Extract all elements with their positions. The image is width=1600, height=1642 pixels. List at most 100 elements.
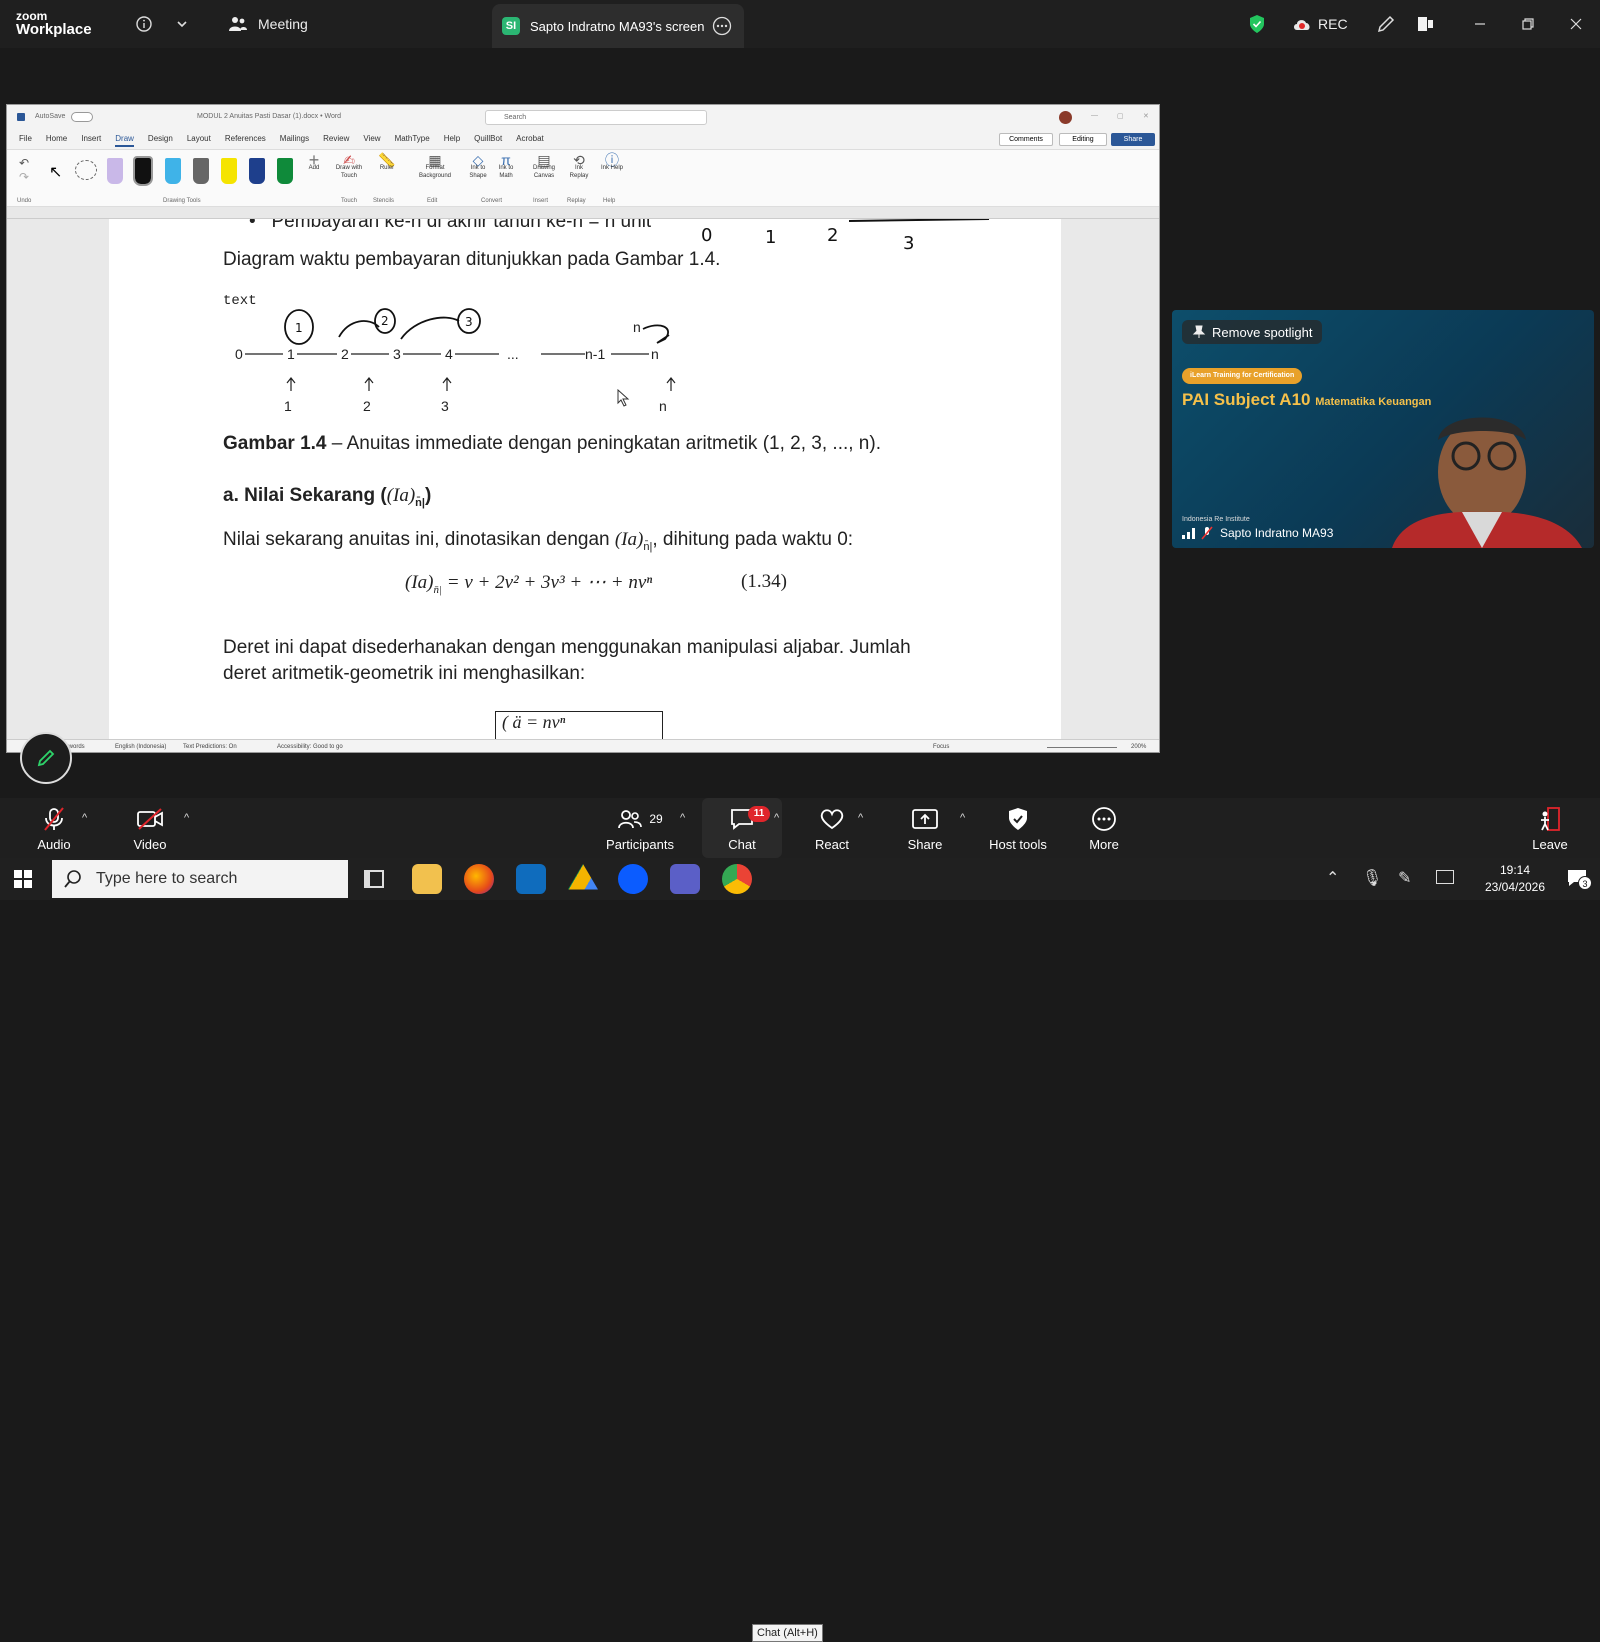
menu-quillbot[interactable]: QuillBot bbox=[474, 131, 502, 147]
record-indicator[interactable]: REC bbox=[1292, 0, 1348, 48]
blue-pen-icon[interactable] bbox=[165, 158, 181, 184]
word-title-bar: AutoSave MODUL 2 Anuitas Pasti Dasar (1)… bbox=[7, 105, 1159, 131]
tray-display-icon[interactable] bbox=[1436, 870, 1454, 884]
menu-view[interactable]: View bbox=[363, 131, 380, 147]
avatar[interactable] bbox=[1059, 111, 1072, 124]
security-shield-icon[interactable] bbox=[1248, 0, 1266, 48]
remote-control-icon[interactable] bbox=[1416, 0, 1436, 48]
ink-to-math-button[interactable]: π Ink to Math bbox=[493, 153, 519, 180]
redo-icon[interactable]: ↷ bbox=[19, 170, 29, 184]
menu-file[interactable]: File bbox=[19, 131, 32, 147]
green-pen-icon[interactable] bbox=[277, 158, 293, 184]
gray-pen-icon[interactable] bbox=[193, 158, 209, 184]
meeting-tab[interactable]: Meeting bbox=[228, 0, 308, 48]
firefox-icon[interactable] bbox=[464, 864, 494, 894]
select-arrow-icon[interactable]: ↖ bbox=[49, 162, 62, 182]
restore-icon[interactable] bbox=[1516, 12, 1540, 36]
comments-button[interactable]: Comments bbox=[999, 133, 1053, 146]
teams-icon[interactable] bbox=[670, 864, 700, 894]
notifications-icon[interactable]: 3 bbox=[1566, 868, 1592, 890]
chrome-icon[interactable] bbox=[722, 864, 752, 894]
word-menu-bar: File Home Insert Draw Design Layout Refe… bbox=[7, 131, 1159, 147]
share-screen-tab[interactable]: SI Sapto Indratno MA93's screen bbox=[492, 4, 744, 48]
word-search-input[interactable]: Search bbox=[485, 110, 707, 125]
tray-overflow-icon[interactable]: ⌃ bbox=[1326, 868, 1339, 888]
file-explorer-icon[interactable] bbox=[412, 864, 442, 894]
participants-button[interactable]: 29 Participants bbox=[590, 798, 690, 858]
highlighter-icon[interactable] bbox=[221, 158, 237, 184]
video-options-caret[interactable]: ^ bbox=[184, 812, 189, 824]
info-icon[interactable] bbox=[136, 0, 152, 48]
autosave-toggle[interactable] bbox=[71, 112, 93, 122]
share-options-caret[interactable]: ^ bbox=[960, 812, 965, 824]
word-restore-icon[interactable]: ▢ bbox=[1117, 112, 1124, 120]
annotate-floating-button[interactable] bbox=[20, 732, 72, 784]
audio-options-caret[interactable]: ^ bbox=[82, 812, 87, 824]
lasso-icon[interactable] bbox=[75, 160, 97, 180]
language-status[interactable]: English (Indonesia) bbox=[115, 744, 166, 750]
add-pen-button[interactable]: + Add bbox=[303, 151, 325, 172]
chat-tooltip: Chat (Alt+H) bbox=[752, 1624, 823, 1642]
menu-references[interactable]: References bbox=[225, 131, 266, 147]
navy-pen-icon[interactable] bbox=[249, 158, 265, 184]
word-search-placeholder: Search bbox=[504, 114, 527, 121]
menu-acrobat[interactable]: Acrobat bbox=[516, 131, 544, 147]
more-options-icon[interactable] bbox=[712, 16, 732, 39]
google-drive-icon[interactable] bbox=[568, 864, 598, 890]
ink-help-button[interactable]: ⓘ Ink Help bbox=[601, 153, 623, 172]
more-button[interactable]: More bbox=[1064, 798, 1144, 858]
ink-replay-button[interactable]: ⟲ Ink Replay bbox=[567, 153, 591, 180]
close-icon[interactable] bbox=[1564, 12, 1588, 36]
intro-text: Diagram waktu pembayaran ditunjukkan pad… bbox=[223, 249, 721, 270]
focus-button[interactable]: Focus bbox=[933, 744, 949, 750]
word-close-icon[interactable]: ✕ bbox=[1143, 112, 1149, 120]
menu-draw[interactable]: Draw bbox=[115, 131, 134, 147]
react-button[interactable]: React bbox=[792, 798, 872, 858]
share-button[interactable]: Share bbox=[885, 798, 965, 858]
chat-button[interactable]: Chat 11 bbox=[702, 798, 782, 858]
participants-options-caret[interactable]: ^ bbox=[680, 812, 685, 824]
zoom-slider[interactable] bbox=[1047, 747, 1117, 748]
chevron-down-icon[interactable] bbox=[176, 0, 188, 48]
menu-help[interactable]: Help bbox=[444, 131, 460, 147]
black-pen-icon[interactable] bbox=[133, 156, 153, 186]
text-predictions-status[interactable]: Text Predictions: On bbox=[183, 744, 237, 750]
eraser-icon[interactable] bbox=[107, 158, 123, 184]
ruler-button[interactable]: 📏 Ruler bbox=[373, 153, 401, 172]
tray-pen-icon[interactable]: ✎ bbox=[1398, 868, 1411, 888]
zoom-level[interactable]: 200% bbox=[1131, 744, 1146, 750]
react-options-caret[interactable]: ^ bbox=[858, 812, 863, 824]
audio-button[interactable]: Audio bbox=[14, 798, 94, 858]
minimize-icon[interactable] bbox=[1468, 12, 1492, 36]
menu-insert[interactable]: Insert bbox=[81, 131, 101, 147]
drawing-canvas-button[interactable]: ▤ Drawing Canvas bbox=[529, 153, 559, 180]
editing-button[interactable]: Editing bbox=[1059, 133, 1107, 146]
remove-spotlight-button[interactable]: Remove spotlight bbox=[1182, 320, 1323, 344]
windows-start-icon[interactable] bbox=[14, 870, 32, 893]
task-view-icon[interactable] bbox=[364, 870, 384, 888]
undo-icon[interactable]: ↶ bbox=[19, 156, 29, 170]
menu-home[interactable]: Home bbox=[46, 131, 67, 147]
tray-mic-icon[interactable]: 🎙 bbox=[1362, 868, 1382, 888]
leave-button[interactable]: Leave bbox=[1510, 798, 1590, 858]
annotate-pen-icon[interactable] bbox=[1376, 0, 1396, 48]
word-share-button[interactable]: Share bbox=[1111, 133, 1155, 146]
menu-layout[interactable]: Layout bbox=[187, 131, 211, 147]
word-minimize-icon[interactable]: — bbox=[1091, 112, 1098, 119]
taskbar-search-input[interactable]: Type here to search bbox=[52, 860, 348, 898]
zoom-app-icon[interactable] bbox=[618, 864, 648, 894]
accessibility-status[interactable]: Accessibility: Good to go bbox=[277, 744, 343, 750]
ink-to-shape-button[interactable]: ◇ Ink to Shape bbox=[465, 153, 491, 180]
host-tools-button[interactable]: Host tools bbox=[978, 798, 1058, 858]
chat-options-caret[interactable]: ^ bbox=[774, 812, 779, 824]
format-background-button[interactable]: ▦ Format Background bbox=[411, 153, 459, 180]
menu-design[interactable]: Design bbox=[148, 131, 173, 147]
draw-with-touch-button[interactable]: ✍ Draw with Touch bbox=[331, 153, 367, 180]
video-button[interactable]: Video bbox=[110, 798, 190, 858]
menu-mathtype[interactable]: MathType bbox=[395, 131, 430, 147]
outlook-icon[interactable] bbox=[516, 864, 546, 894]
menu-review[interactable]: Review bbox=[323, 131, 349, 147]
spotlight-video-tile[interactable]: Remove spotlight iLearn Training for Cer… bbox=[1172, 310, 1594, 548]
taskbar-clock[interactable]: 19:14 23/04/2026 bbox=[1470, 862, 1560, 896]
menu-mailings[interactable]: Mailings bbox=[280, 131, 309, 147]
